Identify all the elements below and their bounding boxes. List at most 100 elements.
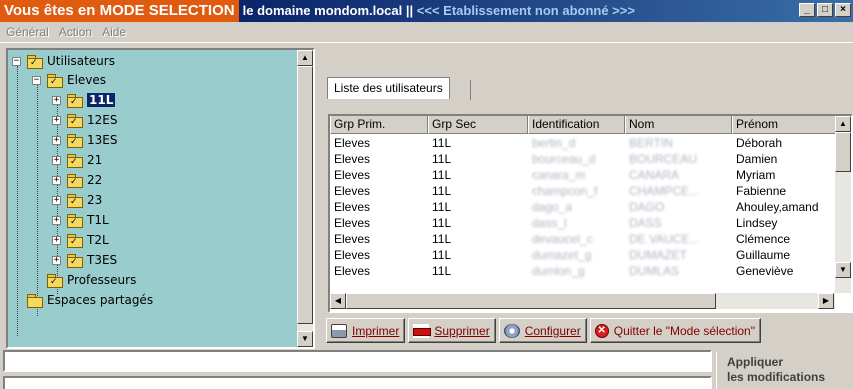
tree-node-class[interactable]: + ✓ 13ES [52, 131, 117, 149]
collapse-icon[interactable]: − [32, 75, 41, 85]
scroll-thumb[interactable] [346, 293, 716, 309]
column-header[interactable]: Grp Prim. [330, 116, 428, 134]
maximize-button[interactable]: □ [817, 3, 833, 17]
table-cell: 11L [432, 264, 452, 278]
folder-icon: ✓ [67, 113, 83, 128]
table-cell: DAGO [629, 200, 665, 214]
scroll-up-icon[interactable]: ▲ [297, 50, 313, 66]
expand-icon[interactable]: + [52, 235, 61, 245]
tree-node-espaces[interactable]: Espaces partagés [27, 291, 153, 309]
folder-icon: ✓ [67, 193, 83, 208]
collapse-icon[interactable]: − [12, 56, 21, 66]
expand-icon[interactable]: + [52, 255, 61, 265]
delete-button[interactable]: Supprimer [408, 318, 496, 343]
tree-label: T3ES [87, 253, 118, 267]
tree-node-class[interactable]: + ✓ 11L [52, 91, 116, 109]
quit-label: Quitter le "Mode sélection" [613, 323, 755, 338]
expand-icon[interactable]: + [52, 95, 61, 105]
print-label: Imprimer [352, 323, 400, 338]
scroll-thumb[interactable] [297, 66, 313, 324]
folder-icon: ✓ [67, 173, 83, 188]
tree-node-class[interactable]: + ✓ 22 [52, 171, 102, 189]
quit-selection-button[interactable]: ✕ Quitter le "Mode sélection" [589, 318, 761, 343]
tree-node-eleves[interactable]: − ✓ Eleves [32, 71, 106, 89]
table-row[interactable]: Eleves 11L champcon_f CHAMPCE... Fabienne [330, 183, 837, 199]
table-cell: Ahouley,amand [736, 200, 819, 214]
scroll-thumb[interactable] [835, 132, 851, 172]
tab-user-list[interactable]: Liste des utilisateurs [327, 77, 450, 99]
table-cell: bourceau_d [532, 152, 596, 166]
expand-icon[interactable]: + [52, 155, 61, 165]
expand-icon[interactable]: + [52, 195, 61, 205]
table-cell: Déborah [736, 136, 783, 150]
column-header[interactable]: Nom [625, 116, 732, 134]
tree-scrollbar[interactable]: ▲ ▼ [297, 50, 313, 347]
configure-button[interactable]: Configurer [498, 318, 587, 343]
table-cell: dass_l [532, 216, 567, 230]
subscription-text: <<< Etablissement non abonné >>> [416, 3, 635, 18]
table-row[interactable]: Eleves 11L dumlon_g DUMLAS Geneviève [330, 263, 837, 279]
table-row[interactable]: Eleves 11L dumazet_g DUMAZET Guillaume [330, 247, 837, 263]
table-cell: Fabienne [736, 184, 787, 198]
tree-node-utilisateurs[interactable]: − ✓ Utilisateurs [12, 52, 115, 70]
tree-node-professeurs[interactable]: ✓ Professeurs [47, 271, 136, 289]
table-cell: Eleves [334, 136, 371, 150]
tree-guide [37, 84, 38, 316]
tree-node-class[interactable]: + ✓ 21 [52, 151, 102, 169]
tree-node-class[interactable]: + ✓ T2L [52, 231, 109, 249]
table-cell: Eleves [334, 184, 371, 198]
table-cell: Eleves [334, 200, 371, 214]
table-cell: 11L [432, 200, 452, 214]
folder-icon: ✓ [47, 273, 63, 288]
scroll-down-icon[interactable]: ▼ [297, 331, 313, 347]
table-row[interactable]: Eleves 11L dass_l DASS Lindsey [330, 215, 837, 231]
minimize-button[interactable]: _ [799, 3, 815, 17]
table-row[interactable]: Eleves 11L devaucel_c DE VAUCE... Clémence [330, 231, 837, 247]
table-row[interactable]: Eleves 11L bourceau_d BOURCEAU Damien [330, 151, 837, 167]
table-cell: dumlon_g [532, 264, 585, 278]
expand-icon[interactable]: + [52, 215, 61, 225]
expand-icon[interactable]: + [52, 115, 61, 125]
menu-aide[interactable]: Aide [102, 25, 126, 39]
table-row[interactable]: Eleves 11L bertin_d BERTIN Déborah [330, 135, 837, 151]
column-header[interactable]: Grp Sec [428, 116, 528, 134]
tree-label: Professeurs [67, 273, 137, 287]
table-row[interactable]: Eleves 11L canara_m CANARA Myriam [330, 167, 837, 183]
scroll-right-icon[interactable]: ▶ [818, 293, 834, 309]
delete-label: Supprimer [434, 323, 490, 338]
close-button[interactable]: × [835, 3, 851, 17]
table-cell: DASS [629, 216, 662, 230]
message-field [3, 350, 712, 372]
tree-guide [17, 66, 18, 336]
menu-general[interactable]: Général [6, 25, 49, 39]
column-header[interactable]: Prénom [732, 116, 837, 134]
tree-node-class[interactable]: + ✓ T3ES [52, 251, 117, 269]
print-button[interactable]: Imprimer [326, 318, 406, 343]
grid-vscrollbar[interactable]: ▲ ▼ [835, 116, 851, 293]
tree-node-class[interactable]: + ✓ 23 [52, 191, 102, 209]
tab-separator [470, 80, 472, 100]
user-tree[interactable]: − ✓ Utilisateurs − ✓ Eleves + ✓ 11L + ✓ … [6, 48, 315, 349]
column-header[interactable]: Identification [528, 116, 625, 134]
message-field-secondary [3, 376, 712, 389]
configure-icon [503, 323, 520, 338]
apply-changes-button[interactable]: Appliquer les modifications [716, 352, 853, 389]
user-grid[interactable]: Grp Prim. Grp Sec Identification Nom Pré… [328, 114, 853, 313]
scroll-up-icon[interactable]: ▲ [835, 116, 851, 132]
expand-icon[interactable]: + [52, 135, 61, 145]
folder-icon: ✓ [27, 54, 43, 69]
folder-icon: ✓ [67, 133, 83, 148]
scroll-down-icon[interactable]: ▼ [835, 262, 851, 278]
grid-hscrollbar[interactable]: ◀ ▶ [330, 293, 835, 309]
table-row[interactable]: Eleves 11L dago_a DAGO Ahouley,amand [330, 199, 837, 215]
folder-icon: ✓ [67, 153, 83, 168]
table-cell: Guillaume [736, 248, 791, 262]
scroll-left-icon[interactable]: ◀ [330, 293, 346, 309]
table-cell: Clémence [736, 232, 791, 246]
tree-node-class[interactable]: + ✓ 12ES [52, 111, 117, 129]
tree-node-class[interactable]: + ✓ T1L [52, 211, 109, 229]
expand-icon[interactable]: + [52, 175, 61, 185]
configure-label: Configurer [524, 323, 581, 338]
table-cell: BOURCEAU [629, 152, 698, 166]
menu-action[interactable]: Action [59, 25, 92, 39]
